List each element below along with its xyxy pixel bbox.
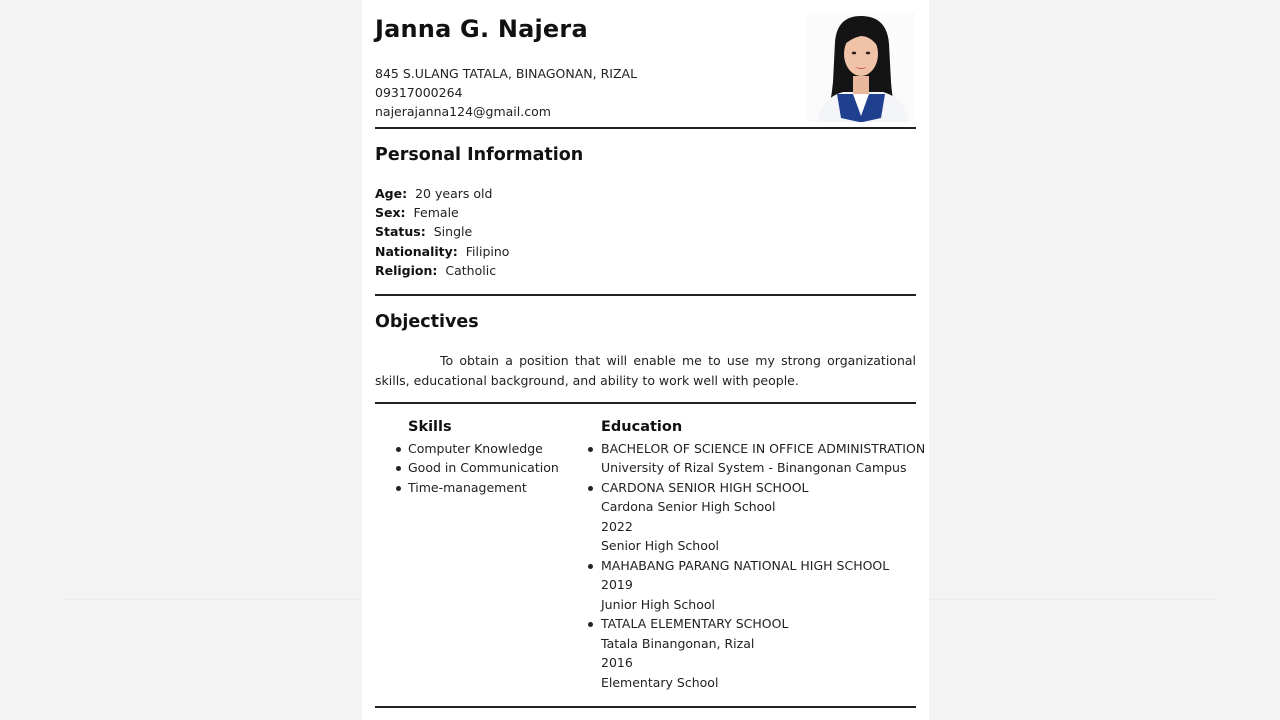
resume-name: Janna G. Najera xyxy=(375,15,588,43)
resume-page: Janna G. Najera 845 S.ULANG TATALA, BINA… xyxy=(362,0,929,720)
skills-title: Skills xyxy=(408,419,452,435)
bullet-icon xyxy=(588,564,593,569)
skill-item: Computer Knowledge xyxy=(408,441,543,456)
info-label: Status: xyxy=(375,224,426,239)
education-divider xyxy=(375,706,916,708)
education-line: Junior High School xyxy=(601,597,715,612)
address: 845 S.ULANG TATALA, BINAGONAN, RIZAL xyxy=(375,66,638,81)
education-line: Tatala Binangonan, Rizal xyxy=(601,636,755,651)
info-row-nationality: Nationality: Filipino xyxy=(375,244,509,259)
education-line: BACHELOR OF SCIENCE IN OFFICE ADMINISTRA… xyxy=(601,441,926,456)
education-line: 2022 xyxy=(601,519,633,534)
info-label: Sex: xyxy=(375,205,406,220)
bullet-icon xyxy=(396,466,401,471)
education-line: TATALA ELEMENTARY SCHOOL xyxy=(601,616,789,631)
bullet-icon xyxy=(396,447,401,452)
email-address: najerajanna124@gmail.com xyxy=(375,104,551,119)
education-line: CARDONA SENIOR HIGH SCHOOL xyxy=(601,480,809,495)
education-line: 2016 xyxy=(601,655,633,670)
info-label: Religion: xyxy=(375,263,438,278)
profile-photo-icon xyxy=(807,12,915,122)
personal-info-divider xyxy=(375,294,916,296)
info-value: Single xyxy=(433,224,473,239)
education-line: 2019 xyxy=(601,577,633,592)
info-value: Catholic xyxy=(445,263,497,278)
bullet-icon xyxy=(588,447,593,452)
info-row-religion: Religion: Catholic xyxy=(375,263,496,278)
bullet-icon xyxy=(588,486,593,491)
phone-number: 09317000264 xyxy=(375,85,463,100)
education-line: Cardona Senior High School xyxy=(601,499,776,514)
education-line: MAHABANG PARANG NATIONAL HIGH SCHOOL xyxy=(601,558,890,573)
profile-photo xyxy=(807,12,915,122)
education-line: Elementary School xyxy=(601,675,719,690)
objectives-divider xyxy=(375,402,916,404)
info-row-sex: Sex: Female xyxy=(375,205,459,220)
objectives-title: Objectives xyxy=(375,312,479,332)
info-value: Filipino xyxy=(465,244,510,259)
info-label: Nationality: xyxy=(375,244,458,259)
education-title: Education xyxy=(601,419,683,435)
bullet-icon xyxy=(588,622,593,627)
info-row-status: Status: Single xyxy=(375,224,472,239)
info-value: Female xyxy=(413,205,459,220)
bullet-icon xyxy=(396,486,401,491)
info-label: Age: xyxy=(375,186,408,201)
info-value: 20 years old xyxy=(415,186,493,201)
education-line: University of Rizal System - Binangonan … xyxy=(601,460,907,475)
skill-item: Time-management xyxy=(408,480,527,495)
personal-information-title: Personal Information xyxy=(375,145,584,165)
objective-text: To obtain a position that will enable me… xyxy=(375,353,916,388)
skill-item: Good in Communication xyxy=(408,460,559,475)
education-line: Senior High School xyxy=(601,538,719,553)
header-divider xyxy=(375,127,916,129)
document-viewer: Janna G. Najera 845 S.ULANG TATALA, BINA… xyxy=(0,0,1280,720)
info-row-age: Age: 20 years old xyxy=(375,186,492,201)
